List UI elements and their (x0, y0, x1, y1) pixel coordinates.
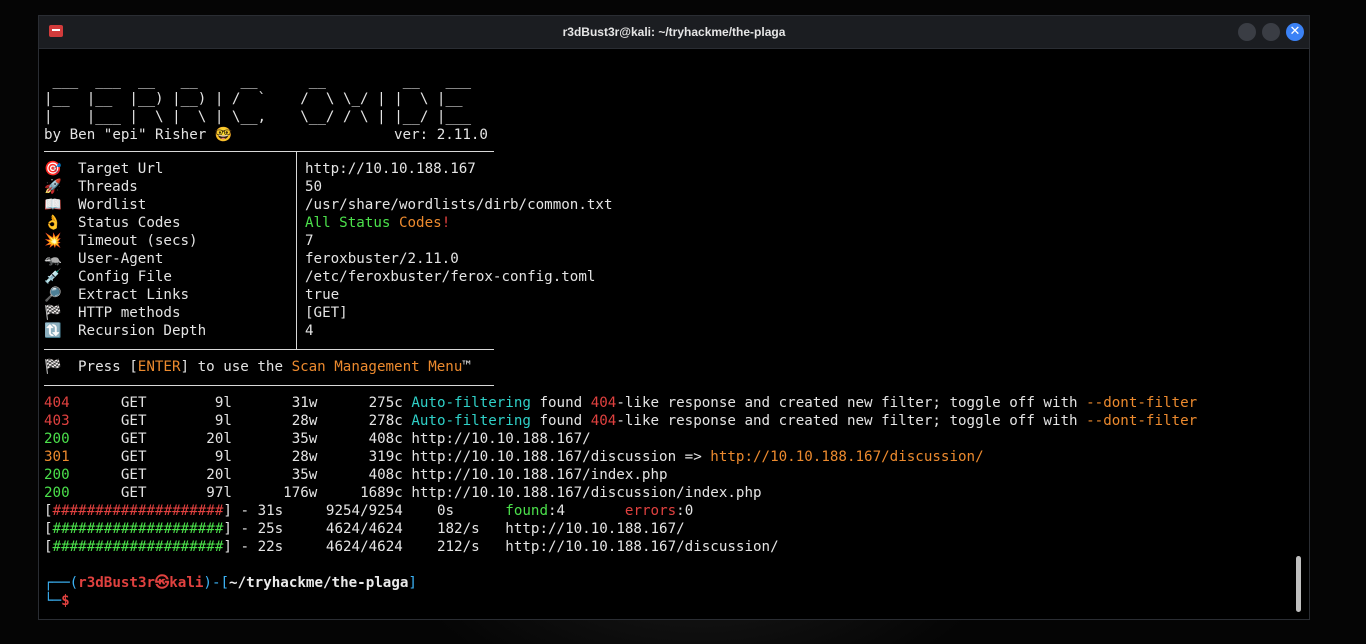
divider (44, 151, 494, 152)
banner-line: | |___ | \ | \ | \__, \__/ / \ | |__/ |_… (44, 109, 472, 125)
divider (296, 152, 297, 349)
result-row: 200 GET 20l 35w 408c http://10.10.188.16… (44, 431, 591, 447)
shell-input-line[interactable]: └─$ (44, 592, 70, 610)
window-title: r3dBust3r@kali: ~/tryhackme/the-plaga (562, 25, 786, 39)
checkered-flag-icon: 🏁 (44, 359, 62, 375)
result-row: 200 GET 20l 35w 408c http://10.10.188.16… (44, 467, 668, 483)
config-row: 🦡 User-Agent (44, 251, 164, 267)
config-row: 🏁 HTTP methods (44, 305, 181, 321)
progress-bar: #################### (52, 521, 224, 537)
config-value: 50 (305, 179, 323, 195)
config-value: All Status Codes! (305, 215, 451, 231)
badger-icon: 🦡 (44, 251, 62, 267)
recycle-arrows-icon: 🔃 (44, 323, 62, 339)
result-row: 403 GET 9l 28w 278c Auto-filtering found… (44, 413, 1198, 429)
config-row: 🚀 Threads (44, 179, 138, 195)
progress-bar: #################### (52, 539, 224, 555)
magnifier-icon: 🔎 (44, 287, 62, 303)
scan-menu-hint: 🏁 Press [ENTER] to use the Scan Managemen… (44, 359, 471, 375)
banner-version: ver: 2.11.0 (394, 127, 488, 143)
config-row: 🔃 Recursion Depth (44, 323, 207, 339)
banner-line: ___ ___ __ __ __ __ __ ___ (44, 73, 472, 89)
syringe-icon: 💉 (44, 269, 62, 285)
config-value: [GET] (305, 305, 348, 321)
progress-row: [####################] - 22s 4624/4624 2… (44, 539, 779, 555)
skull-icon: ㉿ (155, 575, 170, 591)
banner-author: by Ben "epi" Risher 🤓 (44, 127, 233, 143)
config-row: 🎯 Target Url (44, 161, 164, 177)
config-value: /etc/feroxbuster/ferox-config.toml (305, 269, 596, 285)
result-row: 404 GET 9l 31w 275c Auto-filtering found… (44, 395, 1198, 411)
result-row: 200 GET 97l 176w 1689c http://10.10.188.… (44, 485, 762, 501)
shell-prompt: ┌──(r3dBust3r㉿kali)-[~/tryhackme/the-pla… (44, 575, 417, 591)
config-row: 🔎 Extract Links (44, 287, 190, 303)
config-value: true (305, 287, 340, 303)
checkered-flag-icon: 🏁 (44, 305, 62, 321)
progress-bar: #################### (52, 503, 224, 519)
target-icon: 🎯 (44, 161, 62, 177)
progress-row: [####################] - 31s 9254/9254 0… (44, 503, 694, 519)
config-row: 👌 Status Codes (44, 215, 181, 231)
result-row: 301 GET 9l 28w 319c http://10.10.188.167… (44, 449, 984, 465)
minimize-button[interactable] (1238, 23, 1256, 41)
close-button[interactable]: ✕ (1286, 23, 1304, 41)
maximize-button[interactable] (1262, 23, 1280, 41)
book-icon: 📖 (44, 197, 62, 213)
rocket-icon: 🚀 (44, 179, 62, 195)
config-value: 4 (305, 323, 314, 339)
progress-row: [####################] - 25s 4624/4624 1… (44, 521, 685, 537)
scrollbar-thumb[interactable] (1296, 556, 1301, 612)
collision-icon: 💥 (44, 233, 62, 249)
divider (44, 349, 494, 350)
config-value: http://10.10.188.167 (305, 161, 476, 177)
ok-hand-icon: 👌 (44, 215, 62, 231)
config-row: 💥 Timeout (secs) (44, 233, 198, 249)
banner-line: |__ |__ |__) |__) | / ` / \ \_/ | | \ |_… (44, 91, 463, 107)
config-value: /usr/share/wordlists/dirb/common.txt (305, 197, 613, 213)
terminal-window[interactable]: r3dBust3r@kali: ~/tryhackme/the-plaga ✕ … (38, 15, 1310, 620)
config-row: 💉 Config File (44, 269, 172, 285)
title-bar[interactable]: r3dBust3r@kali: ~/tryhackme/the-plaga ✕ (39, 16, 1309, 49)
config-value: 7 (305, 233, 314, 249)
terminal-output[interactable]: ___ ___ __ __ __ __ __ ___ |__ |__ |__) … (44, 50, 1289, 616)
config-value: feroxbuster/2.11.0 (305, 251, 459, 267)
config-row: 📖 Wordlist (44, 197, 147, 213)
divider (44, 385, 494, 386)
